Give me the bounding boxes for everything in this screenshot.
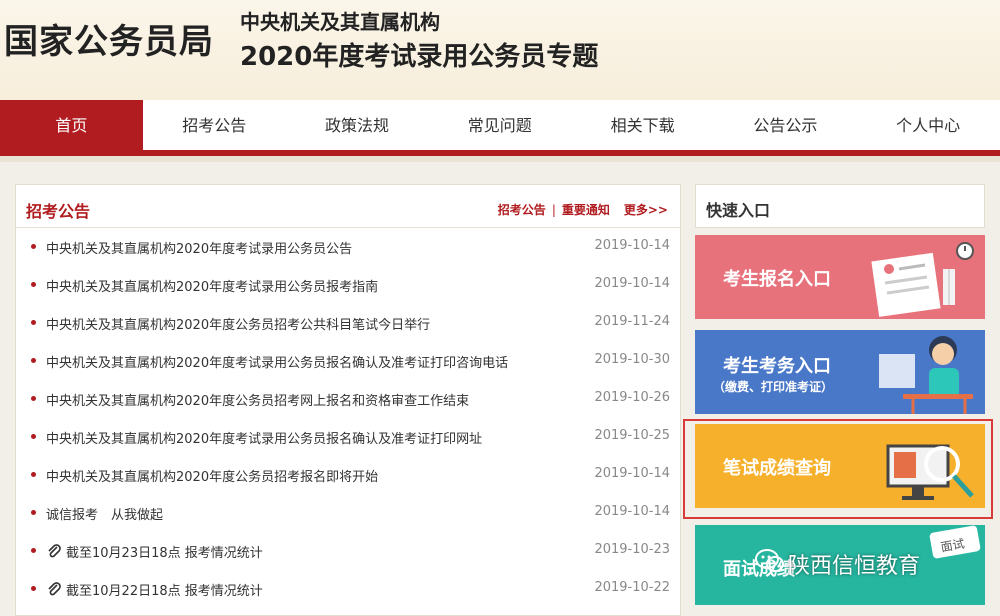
- news-title[interactable]: 中央机关及其直属机构2020年度考试录用公务员报考指南: [46, 276, 378, 295]
- news-date: 2019-10-26: [594, 390, 670, 405]
- news-title[interactable]: 诚信报考 从我做起: [46, 504, 163, 523]
- written-exam-score-query-button[interactable]: 笔试成绩查询: [695, 424, 985, 508]
- nav-divider: [0, 156, 1000, 162]
- watermark-text: 陕西信恒教育: [788, 554, 921, 579]
- news-title[interactable]: 截至10月23日18点 报考情况统计: [66, 542, 263, 561]
- news-title[interactable]: 中央机关及其直属机构2020年度考试录用公务员公告: [46, 238, 352, 257]
- link-announcements[interactable]: 招考公告: [498, 203, 546, 217]
- list-item[interactable]: 中央机关及其直属机构2020年度考试录用公务员报名确认及准考证打印网址 2019…: [16, 417, 680, 455]
- quick-access-header: 快速入口: [695, 184, 985, 228]
- banner-title: 2020年度考试录用公务员专题: [240, 42, 599, 72]
- wechat-icon: [755, 549, 784, 572]
- news-title[interactable]: 中央机关及其直属机构2020年度公务员招考网上报名和资格审查工作结束: [46, 390, 469, 409]
- list-item[interactable]: 截至10月23日18点 报考情况统计 2019-10-23: [16, 531, 680, 569]
- news-date: 2019-10-30: [594, 352, 670, 367]
- list-item[interactable]: 中央机关及其直属机构2020年度公务员招考公共科目笔试今日举行 2019-11-…: [16, 303, 680, 341]
- nav-announcements[interactable]: 招考公告: [143, 100, 286, 150]
- tile-label: 考生报名入口: [723, 269, 831, 290]
- announcements-panel: 招考公告 招考公告 | 重要通知 更多>> 中央机关及其直属机构2020年度考试录用公…: [15, 184, 681, 616]
- link-important-notices[interactable]: 重要通知: [562, 203, 610, 217]
- paperclip-icon: [48, 544, 61, 558]
- paperclip-icon: [48, 582, 61, 596]
- person-at-desk-icon: [879, 336, 973, 414]
- interview-badge-icon: 面试: [929, 525, 981, 559]
- tile-sublabel: （缴费、打印准考证）: [713, 380, 834, 394]
- bullet-icon: [31, 434, 36, 439]
- news-date: 2019-11-24: [594, 314, 670, 329]
- bullet-icon: [31, 358, 36, 363]
- news-title[interactable]: 截至10月22日18点 报考情况统计: [66, 580, 263, 599]
- news-list: 中央机关及其直属机构2020年度考试录用公务员公告 2019-10-14 中央机…: [16, 227, 680, 607]
- nav-policies[interactable]: 政策法规: [286, 100, 429, 150]
- banner-subtitle: 中央机关及其直属机构: [240, 10, 440, 34]
- bullet-icon: [31, 472, 36, 477]
- news-date: 2019-10-14: [594, 504, 670, 519]
- document-pen-icon: [871, 242, 974, 317]
- news-title[interactable]: 中央机关及其直属机构2020年度考试录用公务员报名确认及准考证打印咨询电话: [46, 352, 508, 371]
- header-banner: 国家公务员局 中央机关及其直属机构 2020年度考试录用公务员专题: [0, 0, 1000, 100]
- announcements-header: 招考公告 招考公告 | 重要通知 更多>>: [16, 185, 680, 228]
- list-item[interactable]: 截至10月22日18点 报考情况统计 2019-10-22: [16, 569, 680, 607]
- bullet-icon: [31, 510, 36, 515]
- quick-access-title: 快速入口: [706, 201, 771, 220]
- list-item[interactable]: 中央机关及其直属机构2020年度公务员招考网上报名和资格审查工作结束 2019-…: [16, 379, 680, 417]
- news-date: 2019-10-14: [594, 466, 670, 481]
- monitor-magnifier-icon: [886, 444, 974, 500]
- bullet-icon: [31, 282, 36, 287]
- nav-home[interactable]: 首页: [0, 100, 143, 150]
- nav-personal-center[interactable]: 个人中心: [857, 100, 1000, 150]
- list-item[interactable]: 中央机关及其直属机构2020年度公务员招考报名即将开始 2019-10-14: [16, 455, 680, 493]
- site-title: 国家公务员局: [4, 22, 214, 62]
- list-item[interactable]: 中央机关及其直属机构2020年度考试录用公务员报考指南 2019-10-14: [16, 265, 680, 303]
- news-title[interactable]: 中央机关及其直属机构2020年度公务员招考报名即将开始: [46, 466, 378, 485]
- announcements-links: 招考公告 | 重要通知 更多>>: [498, 201, 668, 218]
- list-item[interactable]: 诚信报考 从我做起 2019-10-14: [16, 493, 680, 531]
- main-nav: 首页 招考公告 政策法规 常见问题 相关下载 公告公示 个人中心: [0, 100, 1000, 156]
- bullet-icon: [31, 586, 36, 591]
- news-date: 2019-10-14: [594, 238, 670, 253]
- bullet-icon: [31, 320, 36, 325]
- more-link[interactable]: 更多>>: [624, 203, 668, 217]
- announcements-title: 招考公告: [26, 202, 91, 221]
- news-date: 2019-10-23: [594, 542, 670, 557]
- news-title[interactable]: 中央机关及其直属机构2020年度公务员招考公共科目笔试今日举行: [46, 314, 430, 333]
- bullet-icon: [31, 244, 36, 249]
- news-date: 2019-10-14: [594, 276, 670, 291]
- nav-faq[interactable]: 常见问题: [428, 100, 571, 150]
- news-date: 2019-10-22: [594, 580, 670, 595]
- list-item[interactable]: 中央机关及其直属机构2020年度考试录用公务员公告 2019-10-14: [16, 227, 680, 265]
- news-date: 2019-10-25: [594, 428, 670, 443]
- bullet-icon: [31, 548, 36, 553]
- tile-label: 笔试成绩查询: [723, 458, 831, 479]
- list-item[interactable]: 中央机关及其直属机构2020年度考试录用公务员报名确认及准考证打印咨询电话 20…: [16, 341, 680, 379]
- exam-affairs-entry-button[interactable]: 考生考务入口 （缴费、打印准考证）: [695, 330, 985, 414]
- bullet-icon: [31, 396, 36, 401]
- nav-downloads[interactable]: 相关下载: [571, 100, 714, 150]
- news-title[interactable]: 中央机关及其直属机构2020年度考试录用公务员报名确认及准考证打印网址: [46, 428, 482, 447]
- registration-entry-button[interactable]: 考生报名入口: [695, 235, 985, 319]
- nav-notices[interactable]: 公告公示: [714, 100, 857, 150]
- link-separator: |: [551, 203, 556, 217]
- tile-label: 考生考务入口: [723, 356, 831, 377]
